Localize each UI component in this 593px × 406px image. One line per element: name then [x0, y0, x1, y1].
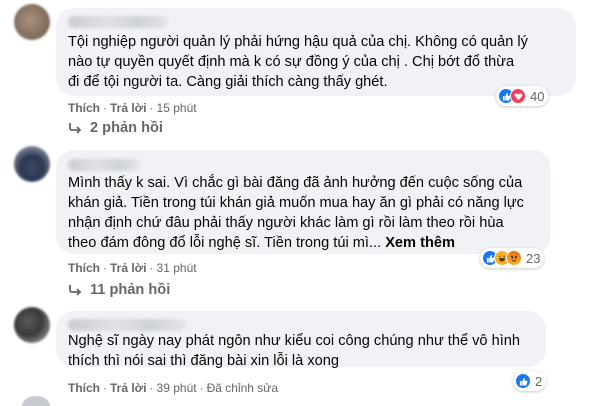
separator-dot: ·: [103, 381, 107, 395]
see-more-link[interactable]: Xem thêm: [385, 235, 455, 251]
comment-text-line: đi để tội người ta. Càng giải thích càng…: [68, 74, 388, 90]
comment-actions: Thích · Trả lời · 39 phút · Đã chỉnh sửa: [68, 381, 278, 395]
reply-button[interactable]: Trả lời: [110, 381, 147, 395]
comment-bubble: Nghệ sĩ ngày nay phát ngôn như kiểu coi …: [56, 311, 546, 369]
comment-text-line: Tội nghiệp người quản lý phải hứng hậu q…: [68, 34, 528, 50]
love-icon: [510, 88, 526, 104]
comment-text-line: khán giả. Tiền trong túi khán giả muốn m…: [68, 195, 524, 211]
reply-button[interactable]: Trả lời: [110, 261, 147, 275]
comment-text-line: nhận định chứ đâu phải thấy người khác l…: [68, 215, 504, 231]
comments-section: Tội nghiệp người quản lý phải hứng hậu q…: [0, 0, 593, 406]
separator-dot: ·: [199, 381, 204, 395]
reply-arrow-icon: [68, 122, 82, 134]
separator-dot: ·: [149, 261, 154, 275]
comment-bubble: Tội nghiệp người quản lý phải hứng hậu q…: [56, 8, 576, 96]
avatar[interactable]: [14, 4, 50, 40]
separator-dot: ·: [103, 101, 107, 115]
comment-bubble: Mình thấy k sai. Vì chắc gì bài đăng đã …: [56, 150, 551, 254]
edited-label[interactable]: Đã chỉnh sửa: [207, 381, 278, 395]
comment-text: Mình thấy k sai. Vì chắc gì bài đăng đã …: [68, 173, 524, 253]
author-name-blurred[interactable]: [68, 159, 140, 171]
comment-actions: Thích · Trả lời · 15 phút: [68, 101, 197, 115]
like-button[interactable]: Thích: [68, 381, 100, 395]
reaction-count: 23: [526, 250, 541, 266]
comment-text-line: nào tự quyền quyết định mà k có sự đồng …: [68, 54, 515, 70]
comment-time[interactable]: 31 phút: [157, 261, 197, 275]
separator-dot: ·: [149, 101, 154, 115]
reaction-count: 40: [530, 88, 545, 104]
comment-text-line: Mình thấy k sai. Vì chắc gì bài đăng đã …: [68, 175, 523, 191]
comment-text: Tội nghiệp người quản lý phải hứng hậu q…: [68, 32, 528, 92]
like-button[interactable]: Thích: [68, 101, 100, 115]
separator-dot: ·: [149, 381, 154, 395]
comment-time[interactable]: 15 phút: [157, 101, 197, 115]
avatar[interactable]: [14, 307, 50, 343]
comment-text-line: theo đám đông đổ lỗi nghệ sĩ. Tiền trong…: [68, 235, 386, 251]
replies-count: 2 phản hồi: [90, 120, 163, 136]
reply-button[interactable]: Trả lời: [110, 101, 147, 115]
reply-arrow-icon: [68, 284, 82, 296]
reaction-count: 2: [535, 373, 543, 389]
comment-text-line: theo đám đông đổ lỗi nghệ sĩ. Tiền trong…: [68, 233, 524, 253]
comment-text-line: thích thì nói sai thì đăng bài xin lỗi l…: [68, 353, 339, 369]
reaction-summary[interactable]: 23: [480, 248, 545, 268]
separator-dot: ·: [103, 261, 107, 275]
avatar[interactable]: [14, 146, 50, 182]
author-name-blurred[interactable]: [68, 16, 168, 28]
comment-text: Nghệ sĩ ngày nay phát ngôn như kiểu coi …: [68, 331, 520, 371]
author-name-blurred[interactable]: [68, 319, 186, 331]
comment-text-line: Nghệ sĩ ngày nay phát ngôn như kiểu coi …: [68, 333, 520, 349]
comment-actions: Thích · Trả lời · 31 phút: [68, 261, 197, 275]
view-replies-link[interactable]: 2 phản hồi: [68, 120, 163, 136]
comment-time[interactable]: 39 phút: [157, 381, 197, 395]
reaction-summary[interactable]: 2: [513, 371, 547, 391]
view-replies-link[interactable]: 11 phản hồi: [68, 282, 170, 298]
reaction-summary[interactable]: 40: [496, 86, 549, 106]
like-button[interactable]: Thích: [68, 261, 100, 275]
like-icon: [515, 373, 531, 389]
replies-count: 11 phản hồi: [90, 282, 171, 298]
angry-icon: [506, 250, 522, 266]
avatar[interactable]: [22, 396, 50, 406]
